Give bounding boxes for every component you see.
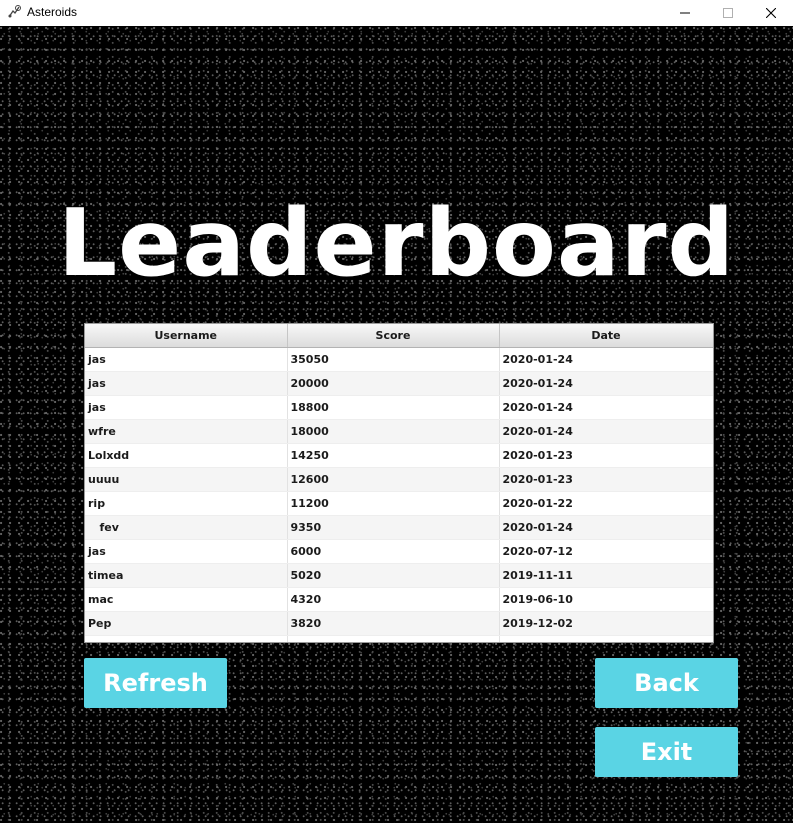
cell-date: 2020-01-22 [499, 491, 713, 516]
cell-username: mac [85, 587, 288, 612]
table-row[interactable]: mac 4320 2019-06-10 [85, 587, 713, 612]
table-row[interactable]: Lolxdd 14250 2020-01-23 [85, 443, 713, 468]
cell-date: 2019-06-10 [499, 587, 713, 612]
cell-username: jas [85, 539, 288, 564]
page-title: Leaderboard [57, 189, 736, 297]
table-row[interactable]: rip 11200 2020-01-22 [85, 491, 713, 516]
table-row[interactable]: jas 20000 2020-01-24 [85, 371, 713, 396]
close-icon [766, 8, 776, 18]
minimize-button[interactable] [662, 0, 708, 26]
cell-score: 12600 [287, 467, 500, 492]
cell-date: 2019-12-02 [499, 611, 713, 636]
cell-date: 2020-01-24 [499, 515, 713, 540]
cell-date [499, 635, 713, 642]
column-header-username[interactable]: Username [85, 324, 288, 348]
cell-date: 2020-01-24 [499, 347, 713, 372]
leaderboard-table[interactable]: Username Score Date jas 35050 2020-01-24 ja… [84, 323, 714, 643]
table-row[interactable]: jas 6000 2020-07-12 [85, 539, 713, 564]
maximize-icon [723, 8, 733, 18]
column-header-date[interactable]: Date [499, 324, 713, 348]
window-title: Asteroids [27, 5, 78, 19]
table-row[interactable] [85, 635, 713, 642]
cell-date: 2020-01-23 [499, 467, 713, 492]
cell-date: 2020-07-12 [499, 539, 713, 564]
exit-button[interactable]: Exit [595, 727, 738, 777]
back-button[interactable]: Back [595, 658, 738, 708]
table-header-row: Username Score Date [85, 324, 713, 348]
maximize-button[interactable] [705, 0, 751, 26]
cell-score [287, 635, 500, 642]
minimize-icon [680, 12, 690, 14]
cell-score: 4320 [287, 587, 500, 612]
table-row[interactable]: Pep 3820 2019-12-02 [85, 611, 713, 636]
cell-username [85, 635, 288, 642]
cell-date: 2020-01-24 [499, 371, 713, 396]
cell-score: 18000 [287, 419, 500, 444]
cell-date: 2019-11-11 [499, 563, 713, 588]
title-bar: Asteroids [0, 0, 793, 26]
table-row[interactable]: uuuu 12600 2020-01-23 [85, 467, 713, 492]
cell-score: 6000 [287, 539, 500, 564]
cell-date: 2020-01-24 [499, 419, 713, 444]
refresh-button[interactable]: Refresh [84, 658, 227, 708]
app-icon [6, 4, 22, 20]
close-button[interactable] [748, 0, 793, 26]
cell-date: 2020-01-23 [499, 443, 713, 468]
table-row[interactable]: fev 9350 2020-01-24 [85, 515, 713, 540]
cell-username: rip [85, 491, 288, 516]
cell-score: 35050 [287, 347, 500, 372]
cell-username: Pep [85, 611, 288, 636]
table-row[interactable]: wfre 18000 2020-01-24 [85, 419, 713, 444]
cell-score: 9350 [287, 515, 500, 540]
table-row[interactable]: jas 35050 2020-01-24 [85, 347, 713, 372]
cell-score: 18800 [287, 395, 500, 420]
cell-username: timea [85, 563, 288, 588]
cell-score: 3820 [287, 611, 500, 636]
cell-username: jas [85, 395, 288, 420]
column-header-score[interactable]: Score [287, 324, 500, 348]
cell-username: wfre [85, 419, 288, 444]
cell-score: 14250 [287, 443, 500, 468]
table-row[interactable]: jas 18800 2020-01-24 [85, 395, 713, 420]
cell-score: 20000 [287, 371, 500, 396]
cell-username: uuuu [85, 467, 288, 492]
cell-username: Lolxdd [85, 443, 288, 468]
cell-score: 5020 [287, 563, 500, 588]
cell-username: fev [85, 515, 288, 540]
table-row[interactable]: timea 5020 2019-11-11 [85, 563, 713, 588]
cell-date: 2020-01-24 [499, 395, 713, 420]
cell-username: jas [85, 347, 288, 372]
cell-username: jas [85, 371, 288, 396]
cell-score: 11200 [287, 491, 500, 516]
